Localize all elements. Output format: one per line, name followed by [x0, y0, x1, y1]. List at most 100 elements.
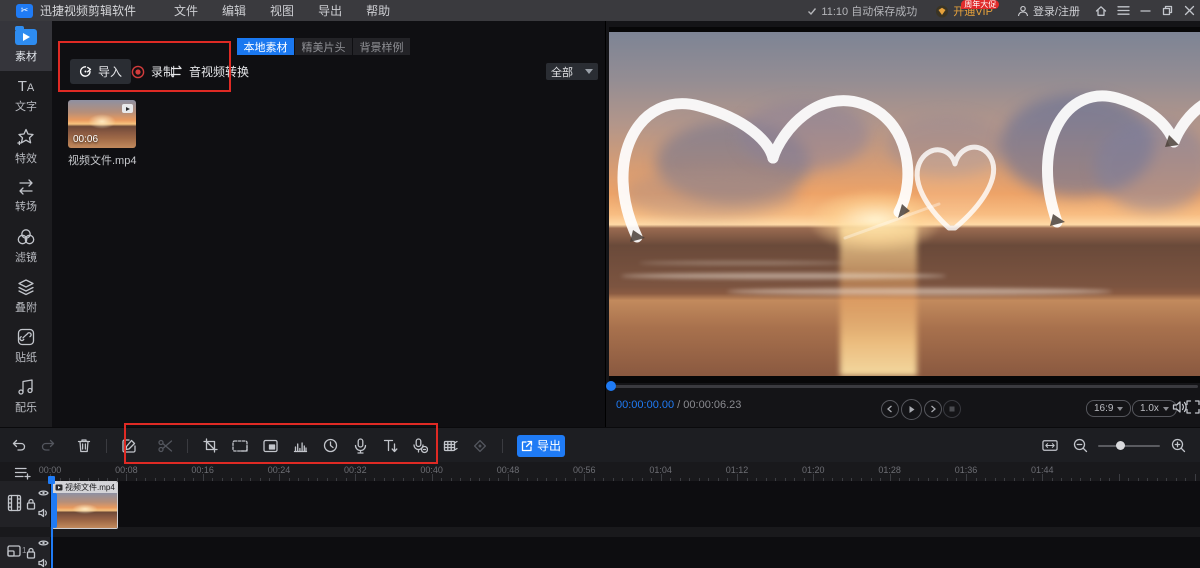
sidebar-item-music[interactable]: 配乐 [0, 371, 52, 421]
vip-promo-badge: 周年大促 [961, 0, 999, 9]
zoom-out-button[interactable] [1072, 438, 1088, 454]
eye-visibility-icon[interactable] [38, 489, 49, 497]
minimize-button[interactable] [1134, 0, 1156, 21]
voiceover-button[interactable] [352, 438, 368, 454]
menu-file[interactable]: 文件 [162, 2, 210, 19]
layers-icon [16, 278, 36, 296]
user-icon [1017, 5, 1029, 17]
av-convert-button[interactable]: 音视频转换 [169, 63, 249, 80]
media-folder-icon [15, 29, 37, 45]
zoom-slider-handle[interactable] [1116, 441, 1125, 450]
speed-button[interactable] [322, 438, 338, 454]
sidebar-item-text[interactable]: TA 文字 [0, 71, 52, 121]
play-button[interactable] [901, 399, 922, 420]
vip-button[interactable]: 开通VIP 周年大促 [935, 2, 993, 19]
menu-help[interactable]: 帮助 [354, 2, 402, 19]
vip-diamond-icon [935, 5, 949, 18]
close-button[interactable] [1178, 0, 1200, 21]
text-icon: TA [18, 78, 35, 95]
sidebar-item-transitions[interactable]: 转场 [0, 171, 52, 221]
preview-seekbar[interactable] [609, 385, 1198, 388]
tab-local-media[interactable]: 本地素材 [237, 38, 294, 55]
playhead-handle[interactable] [48, 476, 55, 484]
timeline-clip[interactable]: 视频文件.mp4 [52, 481, 118, 529]
main-menu-button[interactable] [1112, 0, 1134, 21]
timeline-zoom-slider[interactable] [1098, 445, 1160, 447]
menu-export[interactable]: 导出 [306, 2, 354, 19]
video-track-lane[interactable] [50, 481, 1200, 527]
pip-track-icon [7, 545, 21, 557]
sidebar-item-stickers[interactable]: 贴纸 [0, 321, 52, 371]
export-icon [521, 440, 533, 452]
voice-changer-button[interactable] [412, 438, 428, 454]
app-title: 迅捷视频剪辑软件 [40, 2, 136, 19]
split-button[interactable] [157, 438, 173, 454]
edit-clip-button[interactable] [121, 438, 137, 454]
media-item-filename: 视频文件.mp4 [68, 152, 136, 168]
import-button[interactable]: 导入 [70, 59, 131, 84]
timecode-display: 00:00:00.00 / 00:00:06.23 [616, 399, 741, 411]
close-icon [1184, 5, 1195, 16]
maximize-button[interactable] [1156, 0, 1178, 21]
tab-intro-templates[interactable]: 精美片头 [295, 38, 352, 55]
media-panel: 本地素材 精美片头 背景样例 导入 录制 音视频转换 全部 00:06 [52, 21, 605, 427]
previous-frame-button[interactable] [881, 400, 899, 418]
mosaic-button[interactable] [442, 438, 458, 454]
audio-wave-button[interactable] [292, 438, 308, 454]
sidebar-item-filters[interactable]: 滤镜 [0, 221, 52, 271]
timecode-current: 00:00:00.00 [616, 399, 674, 411]
media-item-duration: 00:06 [73, 134, 98, 145]
video-track-header [0, 481, 50, 527]
sidebar-item-media[interactable]: 素材 [0, 21, 52, 71]
export-button[interactable]: 导出 [517, 435, 565, 457]
canvas-size-button[interactable] [232, 438, 248, 454]
next-frame-button[interactable] [924, 400, 942, 418]
track-mute-icon[interactable] [38, 508, 49, 518]
zoom-in-button[interactable] [1170, 438, 1186, 454]
pip-track-lane[interactable] [50, 537, 1200, 568]
delete-button[interactable] [76, 438, 92, 454]
clip-trim-handle[interactable] [53, 493, 57, 528]
lock-icon[interactable] [26, 547, 36, 559]
menu-bar: 文件 编辑 视图 导出 帮助 [162, 2, 402, 19]
eye-visibility-icon[interactable] [38, 539, 49, 547]
redo-button[interactable] [40, 438, 56, 454]
track-mute-icon[interactable] [38, 558, 49, 568]
sidebar-item-effects[interactable]: 特效 [0, 121, 52, 171]
crop-button[interactable] [202, 438, 218, 454]
fit-timeline-button[interactable] [1042, 438, 1058, 454]
tool-sidebar: 素材 TA 文字 特效 转场 滤镜 叠附 [0, 21, 52, 427]
media-filter-dropdown[interactable]: 全部 [546, 63, 598, 80]
heart-smoke-trails [609, 32, 1200, 376]
picture-in-picture-button[interactable] [262, 438, 278, 454]
timeline-panel: 00:0000:0800:1600:2400:3200:4000:4800:56… [0, 462, 1200, 568]
menu-view[interactable]: 视图 [258, 2, 306, 19]
undo-button[interactable] [10, 438, 26, 454]
chevron-down-icon [585, 69, 593, 74]
title-bar: ✂ 迅捷视频剪辑软件 文件 编辑 视图 导出 帮助 11:10 自动保存成功 开… [0, 0, 1200, 21]
fullscreen-button[interactable] [1186, 400, 1200, 414]
home-icon [1095, 5, 1107, 17]
keyframe-button[interactable] [472, 438, 488, 454]
playhead-line[interactable] [51, 477, 53, 568]
timeline-ruler[interactable]: 00:0000:0800:1600:2400:3200:4000:4800:56… [0, 462, 1200, 482]
star-effects-icon [16, 127, 36, 147]
aspect-ratio-dropdown[interactable]: 16:9 [1086, 400, 1131, 417]
lock-icon[interactable] [26, 498, 36, 510]
edit-toolbar: 导出 [0, 427, 1200, 463]
tab-background-samples[interactable]: 背景样例 [353, 38, 410, 55]
film-track-icon [7, 494, 22, 512]
sidebar-item-overlays[interactable]: 叠附 [0, 271, 52, 321]
music-note-icon [17, 378, 35, 396]
stop-button[interactable] [943, 400, 961, 418]
video-clip-icon [55, 484, 63, 491]
menu-edit[interactable]: 编辑 [210, 2, 258, 19]
minimize-icon [1140, 5, 1151, 16]
seekbar-handle[interactable] [606, 381, 616, 391]
fullscreen-icon [1186, 400, 1200, 414]
playback-speed-dropdown[interactable]: 1.0x [1132, 400, 1177, 417]
text-to-speech-button[interactable] [382, 438, 398, 454]
login-button[interactable]: 登录/注册 [1017, 3, 1080, 19]
chevron-down-icon [1117, 407, 1123, 411]
home-button[interactable] [1090, 0, 1112, 21]
